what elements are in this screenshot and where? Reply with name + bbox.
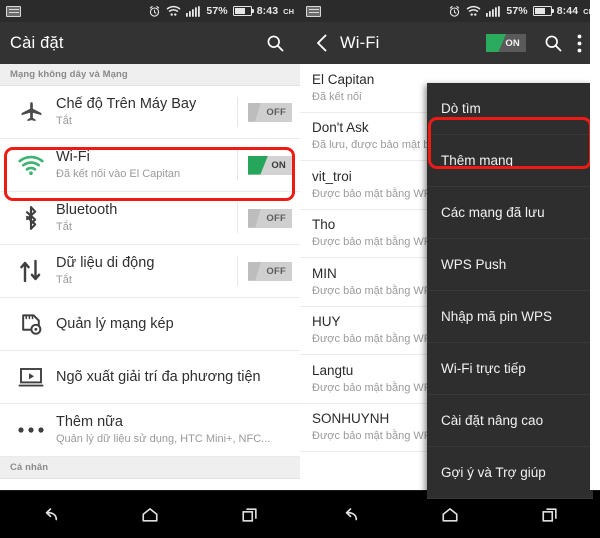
settings-row-more[interactable]: Thêm nữa Quản lý dữ liệu sử dụng, HTC Mi… (0, 404, 300, 457)
wifi-icon (467, 5, 481, 16)
wifi-icon (167, 5, 181, 16)
sim-manager-icon (10, 312, 52, 337)
back-arrow-icon[interactable] (327, 498, 373, 532)
row-title: Dữ liệu di động (56, 254, 155, 271)
row-title: Bluetooth (56, 201, 118, 218)
toggle-label: OFF (266, 106, 286, 118)
toggle-label: ON (505, 37, 520, 49)
row-title: Quản lý mạng kép (56, 315, 174, 332)
settings-list: Mạng không dây và Mạng Chế độ Trên Máy B… (0, 64, 300, 512)
menu-item-scan[interactable]: Dò tìm (427, 83, 593, 135)
wifi-master-toggle[interactable]: ON (486, 34, 526, 52)
settings-row-media-output[interactable]: Ngõ xuất giải trí đa phương tiện (0, 351, 300, 404)
menu-item-label: Các mạng đã lưu (441, 205, 545, 220)
menu-item-wps-pin[interactable]: Nhập mã pin WPS (427, 291, 593, 343)
left-status-bar: 57% 8:43 CH (0, 0, 300, 22)
menu-item-wifi-direct[interactable]: Wi-Fi trực tiếp (427, 343, 593, 395)
right-status-bar: 57% 8:44 CH (300, 0, 600, 22)
menu-item-tips-help[interactable]: Gợi ý và Trợ giúp (427, 447, 593, 499)
airplane-mode-toggle[interactable]: OFF (248, 102, 292, 122)
alarm-clock-icon (450, 5, 460, 17)
settings-row-airplane-mode[interactable]: Chế độ Trên Máy Bay Tắt OFF (0, 86, 300, 139)
left-action-bar: Cài đặt (0, 22, 300, 64)
menu-item-label: Cài đặt nâng cao (441, 413, 544, 428)
battery-icon (232, 6, 254, 16)
menu-item-label: Wi-Fi trực tiếp (441, 361, 526, 376)
keyboard-icon (306, 5, 321, 17)
row-subtitle: Tắt (56, 274, 72, 287)
row-subtitle: Đã kết nối vào El Capitan (56, 168, 181, 181)
wifi-icon (10, 155, 52, 176)
overflow-menu-icon[interactable] (568, 28, 590, 58)
clock-label: 8:43 (256, 5, 279, 17)
row-title: Wi-Fi (56, 148, 90, 165)
media-output-icon (10, 366, 52, 388)
settings-row-mobile-data[interactable]: Dữ liệu di động Tắt OFF (0, 245, 300, 298)
settings-row-dual-network[interactable]: Quản lý mạng kép (0, 298, 300, 351)
settings-row-wifi[interactable]: Wi-Fi Đã kết nối vào El Capitan ON (0, 139, 300, 192)
battery-icon (532, 6, 554, 16)
menu-item-label: WPS Push (441, 257, 507, 272)
settings-row-bluetooth[interactable]: Bluetooth Tắt OFF (0, 192, 300, 245)
right-edge-strip (590, 0, 600, 490)
left-navigation-bar (0, 490, 300, 538)
mobile-data-toggle[interactable]: OFF (248, 261, 292, 281)
section-header-wireless: Mạng không dây và Mạng (0, 64, 300, 86)
right-phone-wifi-screen: 57% 8:44 CH Wi-Fi ON El Capitan Đã kết n… (300, 0, 600, 538)
recent-apps-icon[interactable] (527, 498, 573, 532)
page-title: Wi-Fi (340, 33, 380, 52)
left-phone-settings-screen: 57% 8:43 CH Cài đặt Mạng không dây và Mạ… (0, 0, 300, 538)
menu-item-label: Dò tìm (441, 101, 481, 116)
row-subtitle: Tắt (56, 221, 72, 234)
more-dots-icon (10, 425, 52, 435)
search-icon[interactable] (260, 28, 290, 58)
row-title: Chế độ Trên Máy Bay (56, 95, 197, 112)
row-title: Thêm nữa (56, 413, 123, 430)
alarm-clock-icon (150, 5, 160, 17)
home-icon[interactable] (127, 498, 173, 532)
menu-item-label: Gợi ý và Trợ giúp (441, 465, 546, 480)
data-transfer-icon (10, 259, 52, 283)
clock-ampm-label: CH (283, 6, 294, 16)
section-header-personal: Cá nhân (0, 457, 300, 479)
right-action-bar: Wi-Fi ON (300, 22, 600, 64)
page-title: Cài đặt (10, 33, 64, 52)
menu-item-label: Nhập mã pin WPS (441, 309, 553, 324)
recent-apps-icon[interactable] (227, 498, 273, 532)
signal-bars-icon (186, 5, 201, 17)
row-subtitle: Tắt (56, 115, 72, 128)
back-chevron-icon[interactable] (310, 33, 334, 53)
clock-label: 8:44 (556, 5, 579, 17)
row-title: Ngõ xuất giải trí đa phương tiện (56, 368, 261, 385)
bluetooth-toggle[interactable]: OFF (248, 208, 292, 228)
battery-percent-label: 57% (506, 5, 528, 17)
toggle-label: OFF (266, 265, 286, 277)
airplane-icon (10, 100, 52, 125)
back-arrow-icon[interactable] (27, 498, 73, 532)
home-icon[interactable] (427, 498, 473, 532)
wifi-toggle[interactable]: ON (248, 155, 292, 175)
signal-bars-icon (486, 5, 501, 17)
menu-item-wps-push[interactable]: WPS Push (427, 239, 593, 291)
menu-item-add-network[interactable]: Thêm mạng (427, 135, 593, 187)
overflow-dropdown-menu: Dò tìm Thêm mạng Các mạng đã lưu WPS Pus… (427, 83, 593, 499)
toggle-label: ON (271, 159, 286, 171)
search-icon[interactable] (538, 28, 568, 58)
menu-item-advanced[interactable]: Cài đặt nâng cao (427, 395, 593, 447)
row-subtitle: Quản lý dữ liệu sử dụng, HTC Mini+, NFC.… (56, 433, 271, 446)
battery-percent-label: 57% (206, 5, 228, 17)
wifi-network-list: El Capitan Đã kết nối Don't Ask Đã lưu, … (300, 64, 600, 512)
keyboard-icon (6, 5, 21, 17)
bluetooth-icon (10, 205, 52, 231)
menu-item-saved-networks[interactable]: Các mạng đã lưu (427, 187, 593, 239)
dual-phone-screenshot: 57% 8:43 CH Cài đặt Mạng không dây và Mạ… (0, 0, 600, 538)
menu-item-label: Thêm mạng (441, 153, 514, 168)
toggle-label: OFF (266, 212, 286, 224)
